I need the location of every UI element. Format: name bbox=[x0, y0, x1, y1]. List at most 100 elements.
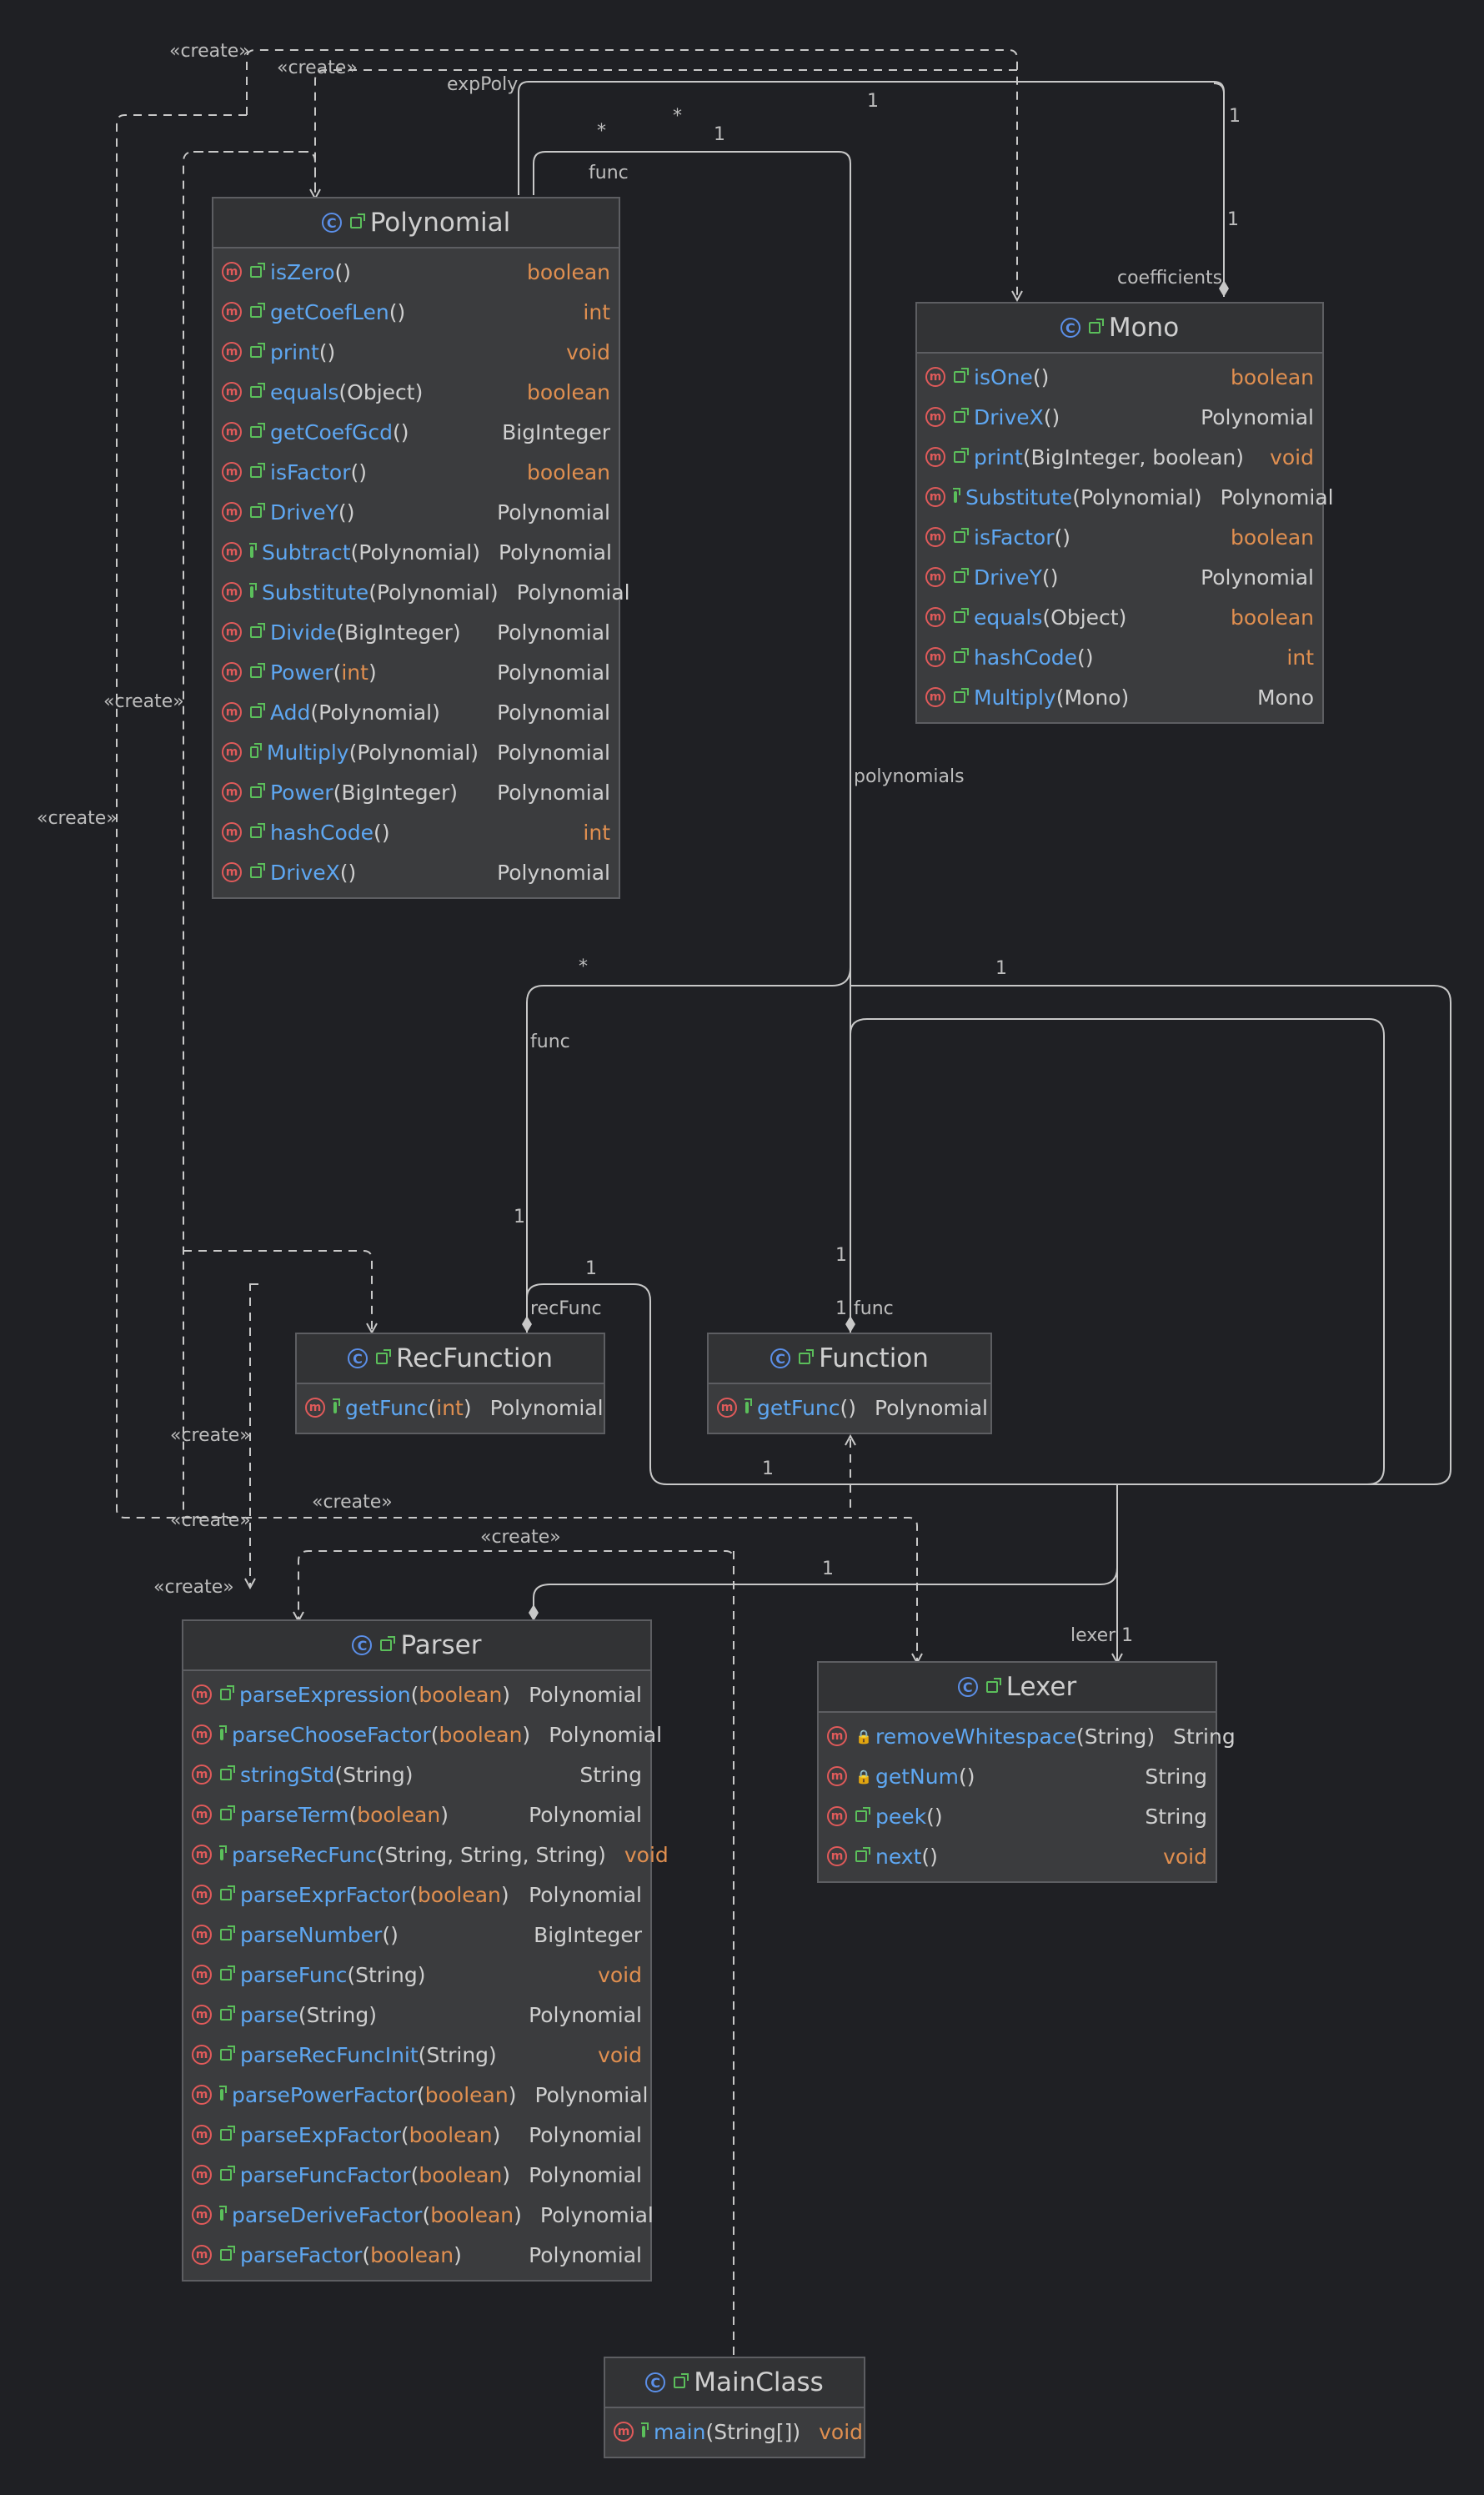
method-row[interactable]: m Divide(BigInteger) Polynomial bbox=[213, 612, 619, 652]
method-row[interactable]: m isOne() boolean bbox=[917, 357, 1322, 397]
paren-close: ) bbox=[452, 620, 461, 645]
public-icon bbox=[954, 528, 969, 543]
method-row[interactable]: m hashCode() int bbox=[917, 637, 1322, 677]
method-row[interactable]: m getCoefGcd() BigInteger bbox=[213, 412, 619, 452]
class-mainclass[interactable]: C MainClass m main(String[]) void bbox=[604, 2357, 865, 2458]
class-lexer[interactable]: C Lexer m 🔒 removeWhitespace(String) String m 🔒… bbox=[817, 1661, 1236, 1883]
method-row[interactable]: m parseRecFuncInit(String) void bbox=[183, 2035, 650, 2075]
method-row[interactable]: m isZero() boolean bbox=[213, 252, 619, 292]
method-row[interactable]: m Multiply(Polynomial) Polynomial bbox=[213, 732, 619, 772]
method-row[interactable]: m peek() String bbox=[819, 1796, 1216, 1836]
class-function[interactable]: C Function m getFunc() Polynomial bbox=[707, 1333, 992, 1434]
edge-label: «create» bbox=[37, 808, 118, 829]
paren-open: ( bbox=[318, 339, 328, 364]
paren-open: ( bbox=[1054, 525, 1063, 550]
class-header[interactable]: C Mono bbox=[917, 304, 1322, 354]
public-icon bbox=[380, 1636, 396, 1651]
method-row[interactable]: m print() void bbox=[213, 332, 619, 372]
public-icon bbox=[985, 1678, 1001, 1693]
method-icon: m bbox=[925, 367, 945, 387]
method-row[interactable]: m parseRecFunc(String, String, String) voi… bbox=[183, 1835, 669, 1875]
method-row[interactable]: m parseChooseFactor(boolean) Polynomial bbox=[183, 1714, 662, 1755]
method-row[interactable]: m Power(int) Polynomial bbox=[213, 652, 619, 692]
paren-close: ) bbox=[346, 500, 355, 525]
method-signature: parseChooseFactor(boolean) bbox=[232, 1723, 530, 1747]
paren-open: ( bbox=[350, 540, 359, 565]
method-row[interactable]: m parseDeriveFactor(boolean) Polynomial bbox=[183, 2195, 654, 2235]
method-signature: Subtract(Polynomial) bbox=[262, 540, 480, 565]
public-icon bbox=[250, 703, 265, 718]
method-row[interactable]: m Power(BigInteger) Polynomial bbox=[213, 772, 619, 812]
class-header[interactable]: C Function bbox=[709, 1334, 990, 1384]
method-signature: isZero() bbox=[270, 260, 509, 284]
method-row[interactable]: m Subtract(Polynomial) Polynomial bbox=[213, 532, 619, 572]
public-icon bbox=[220, 1765, 235, 1780]
method-icon: m bbox=[925, 567, 945, 587]
method-row[interactable]: m DriveY() Polynomial bbox=[917, 557, 1322, 597]
return-type: Mono bbox=[1256, 685, 1314, 710]
class-recfunction[interactable]: C RecFunction m getFunc(int) Polynomial bbox=[295, 1333, 605, 1434]
method-row[interactable]: m DriveX() Polynomial bbox=[213, 852, 619, 892]
method-name: equals bbox=[974, 605, 1043, 630]
method-args: boolean bbox=[419, 2162, 503, 2187]
method-row[interactable]: m parseExpression(boolean) Polynomial bbox=[183, 1674, 650, 1714]
method-row[interactable]: m parse(String) Polynomial bbox=[183, 1995, 650, 2035]
method-name: parseExprFactor bbox=[240, 1882, 410, 1907]
class-polynomial[interactable]: C Polynomial m isZero() boolean m getCoefLen()… bbox=[212, 197, 630, 899]
paren-close: ) bbox=[368, 660, 377, 685]
method-row[interactable]: m parseFuncFactor(boolean) Polynomial bbox=[183, 2155, 650, 2195]
method-row[interactable]: m parseExpFactor(boolean) Polynomial bbox=[183, 2115, 650, 2155]
edge-label: «create» bbox=[169, 41, 250, 62]
method-row[interactable]: m isFactor() boolean bbox=[917, 517, 1322, 557]
class-parser[interactable]: C Parser m parseExpression(boolean) Polynomi… bbox=[182, 1619, 669, 2282]
class-name: Function bbox=[819, 1343, 929, 1373]
method-row[interactable]: m next() void bbox=[819, 1836, 1216, 1876]
method-name: getCoefGcd bbox=[270, 419, 393, 444]
method-row[interactable]: m parsePowerFactor(boolean) Polynomial bbox=[183, 2075, 650, 2115]
return-type: Polynomial bbox=[497, 740, 610, 765]
method-row[interactable]: m parseExprFactor(boolean) Polynomial bbox=[183, 1875, 650, 1915]
method-row[interactable]: m hashCode() int bbox=[213, 812, 619, 852]
class-header[interactable]: C Lexer bbox=[819, 1663, 1216, 1713]
method-row[interactable]: m getCoefLen() int bbox=[213, 292, 619, 332]
method-row[interactable]: m Add(Polynomial) Polynomial bbox=[213, 692, 619, 732]
method-row[interactable]: m 🔒 removeWhitespace(String) String bbox=[819, 1716, 1236, 1756]
method-row[interactable]: m Substitute(Polynomial) Polynomial bbox=[917, 477, 1334, 517]
class-mono[interactable]: C Mono m isOne() boolean m DriveX() Polynomial m… bbox=[915, 302, 1334, 724]
method-args: String bbox=[343, 1762, 405, 1787]
method-row[interactable]: m DriveX() Polynomial bbox=[917, 397, 1322, 437]
paren-open: ( bbox=[1043, 404, 1052, 429]
method-icon: m bbox=[614, 2422, 634, 2442]
paren-open: ( bbox=[334, 1762, 343, 1787]
class-icon: C bbox=[645, 2372, 666, 2392]
method-row[interactable]: m isFactor() boolean bbox=[213, 452, 619, 492]
class-icon: C bbox=[321, 213, 342, 233]
method-row[interactable]: m getFunc(int) Polynomial bbox=[297, 1388, 604, 1428]
method-row[interactable]: m stringStd(String) String bbox=[183, 1755, 650, 1795]
method-row[interactable]: m print(BigInteger, boolean) void bbox=[917, 437, 1322, 477]
method-row[interactable]: m main(String[]) void bbox=[605, 2412, 864, 2452]
paren-close: ) bbox=[1062, 525, 1071, 550]
method-row[interactable]: m Multiply(Mono) Mono bbox=[917, 677, 1322, 717]
method-row[interactable]: m DriveY() Polynomial bbox=[213, 492, 619, 532]
method-row[interactable]: m Substitute(Polynomial) Polynomial bbox=[213, 572, 630, 612]
method-row[interactable]: m 🔒 getNum() String bbox=[819, 1756, 1216, 1796]
method-row[interactable]: m equals(Object) boolean bbox=[213, 372, 619, 412]
class-header[interactable]: C Parser bbox=[183, 1621, 650, 1671]
method-name: DriveX bbox=[974, 404, 1044, 429]
public-icon bbox=[250, 263, 265, 278]
class-header[interactable]: C Polynomial bbox=[213, 198, 619, 248]
paren-open: ( bbox=[362, 2242, 371, 2267]
method-row[interactable]: m parseFactor(boolean) Polynomial bbox=[183, 2235, 650, 2275]
method-row[interactable]: m parseFunc(String) void bbox=[183, 1955, 650, 1995]
class-header[interactable]: C MainClass bbox=[605, 2358, 864, 2408]
method-row[interactable]: m equals(Object) boolean bbox=[917, 597, 1322, 637]
method-row[interactable]: m parseNumber() BigInteger bbox=[183, 1915, 650, 1955]
method-args: boolean bbox=[419, 1682, 503, 1707]
method-row[interactable]: m getFunc() Polynomial bbox=[709, 1388, 990, 1428]
class-header[interactable]: C RecFunction bbox=[297, 1334, 604, 1384]
edge-label: 1 bbox=[835, 1245, 847, 1266]
method-signature: Substitute(Polynomial) bbox=[262, 580, 499, 605]
method-args: boolean bbox=[370, 2242, 454, 2267]
method-row[interactable]: m parseTerm(boolean) Polynomial bbox=[183, 1795, 650, 1835]
